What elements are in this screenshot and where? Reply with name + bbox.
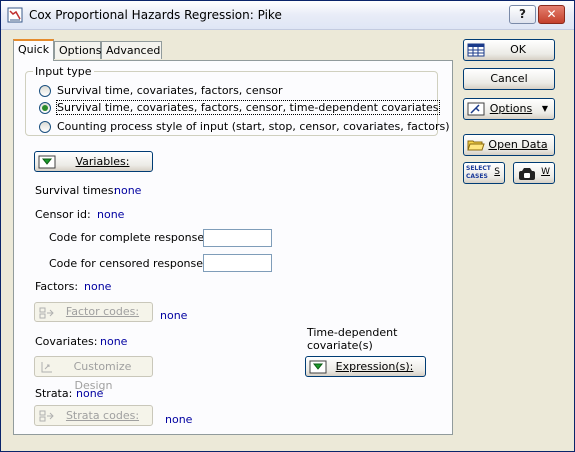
options-icon	[467, 102, 485, 116]
radio-counting-process-input-label[interactable]: Counting process style of input (start, …	[57, 120, 450, 133]
window-title: Cox Proportional Hazards Regression: Pik…	[29, 8, 282, 22]
censor-id-value: none	[97, 208, 125, 221]
tab-quick[interactable]: Quick	[13, 39, 54, 61]
weight-icon	[519, 168, 535, 180]
cancel-button[interactable]: Cancel	[463, 68, 555, 90]
customize-design-icon	[41, 362, 52, 373]
strata-value: none	[76, 387, 104, 400]
code-censored-input[interactable]	[203, 254, 272, 272]
strata-codes-icon	[39, 410, 54, 422]
survival-times-value: none	[114, 184, 142, 197]
ok-button[interactable]: OK	[463, 39, 555, 61]
tab-quick-label: Quick	[18, 43, 50, 56]
strata-label: Strata:	[35, 387, 73, 400]
tab-advanced-label: Advanced	[106, 44, 161, 57]
close-button[interactable]: ✕	[538, 5, 565, 24]
covariates-value: none	[100, 335, 128, 348]
grid-icon	[467, 43, 485, 57]
dropdown-arrow-icon: ▼	[541, 104, 548, 113]
select-cases-shortcut: S	[494, 167, 500, 177]
time-dependent-label: Time-dependent covariate(s)	[307, 326, 398, 352]
title-bar[interactable]: Cox Proportional Hazards Regression: Pik…	[1, 1, 574, 30]
options-button[interactable]: Options ▼	[463, 98, 555, 120]
variables-button[interactable]: Variables:	[34, 151, 153, 172]
covariates-label: Covariates:	[35, 335, 98, 348]
radio-time-dependent-input[interactable]	[39, 102, 51, 114]
strata-codes-button-label: Strata codes:	[65, 409, 140, 422]
ok-button-label: OK	[510, 43, 526, 56]
select-cases-top-label: SELECT	[466, 165, 491, 172]
code-censored-label: Code for censored responses:	[49, 257, 213, 270]
factor-codes-value: none	[160, 309, 188, 322]
censor-id-label: Censor id:	[35, 208, 91, 221]
cancel-button-label: Cancel	[490, 72, 528, 85]
app-icon	[7, 7, 23, 23]
expressions-icon	[309, 360, 327, 374]
variables-button-label: Variables:	[75, 155, 130, 168]
factor-codes-icon	[39, 307, 54, 319]
input-type-label: Input type	[33, 65, 94, 78]
weight-button[interactable]: W	[513, 162, 555, 184]
variables-icon	[38, 155, 56, 169]
dialog-window: Cox Proportional Hazards Regression: Pik…	[0, 0, 575, 452]
options-button-label: Options	[489, 102, 533, 115]
select-cases-icon: SELECT CASES	[466, 165, 491, 181]
strata-codes-value: none	[165, 413, 193, 426]
folder-open-icon	[467, 140, 485, 151]
tab-advanced[interactable]: Advanced	[101, 41, 162, 59]
factors-value: none	[84, 280, 112, 293]
factors-label: Factors:	[35, 280, 79, 293]
customize-design-button[interactable]: Customize Design	[34, 356, 153, 392]
weight-shortcut: W	[541, 167, 550, 177]
radio-time-dependent-input-label[interactable]: Survival time, covariates, factors, cens…	[56, 100, 440, 115]
factor-codes-button-label: Factor codes:	[65, 305, 140, 318]
expressions-button[interactable]: Expression(s):	[305, 356, 426, 377]
tab-options-label: Options	[59, 44, 102, 57]
code-complete-label: Code for complete responses:	[49, 231, 214, 244]
factor-codes-button[interactable]: Factor codes:	[34, 302, 153, 322]
radio-counting-process-input[interactable]	[39, 121, 51, 133]
survival-times-label: Survival times:	[35, 184, 118, 197]
code-complete-input[interactable]	[203, 229, 272, 247]
open-data-button[interactable]: Open Data	[463, 134, 555, 156]
tab-options[interactable]: Options	[54, 41, 101, 59]
select-cases-bottom-label: CASES	[466, 173, 488, 180]
help-button[interactable]: ?	[509, 5, 536, 24]
select-cases-button[interactable]: SELECT CASES S	[463, 162, 505, 184]
expressions-button-label: Expression(s):	[335, 360, 414, 373]
open-data-button-label: Open Data	[488, 138, 548, 151]
radio-standard-input[interactable]	[39, 85, 51, 97]
radio-standard-input-label[interactable]: Survival time, covariates, factors, cens…	[57, 84, 283, 97]
strata-codes-button[interactable]: Strata codes:	[34, 405, 153, 426]
